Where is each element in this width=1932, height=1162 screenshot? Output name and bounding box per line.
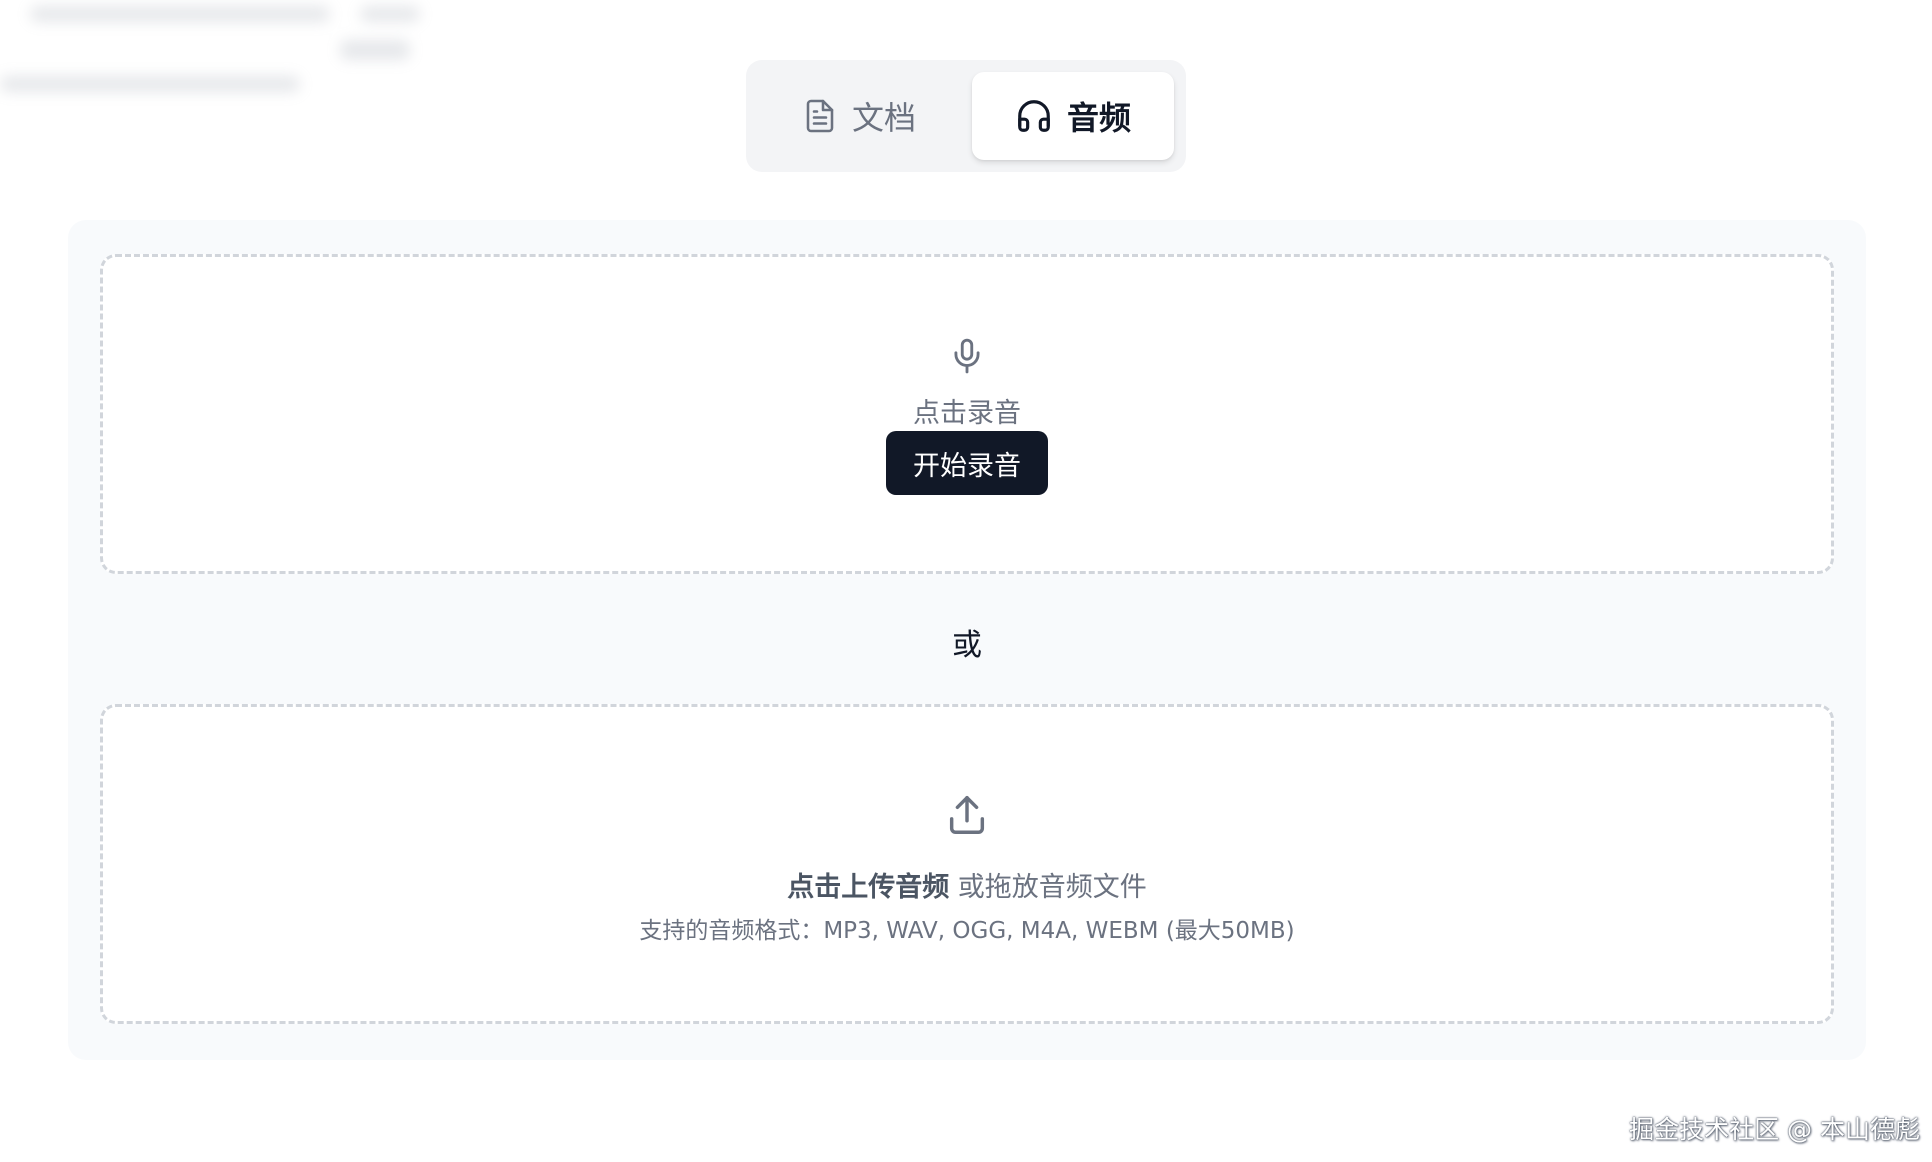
tab-document[interactable]: 文档 bbox=[758, 72, 960, 160]
upload-dropzone[interactable]: 点击上传音频 或拖放音频文件 支持的音频格式：MP3, WAV, OGG, M4… bbox=[100, 704, 1834, 1024]
tab-audio-label: 音频 bbox=[1066, 99, 1131, 137]
drag-drop-text: 或拖放音频文件 bbox=[957, 872, 1147, 903]
record-zone: 点击录音 开始录音 bbox=[100, 254, 1834, 574]
headphones-icon bbox=[1018, 100, 1050, 132]
or-divider: 或 bbox=[952, 628, 982, 663]
watermark: 掘金技术社区 @ 本山德彪 bbox=[1629, 1115, 1920, 1144]
microphone-icon bbox=[954, 338, 980, 374]
click-to-upload-link[interactable]: 点击上传音频 bbox=[787, 872, 949, 903]
blurred-header bbox=[0, 0, 480, 110]
document-icon bbox=[806, 99, 834, 133]
mode-tab-switcher: 文档 音频 bbox=[746, 60, 1186, 172]
start-recording-button[interactable]: 开始录音 bbox=[886, 431, 1048, 495]
audio-input-panel: 点击录音 开始录音 或 点击上传音频 或拖放音频文件 支持的音频格式：MP3, … bbox=[68, 220, 1866, 1060]
tab-audio[interactable]: 音频 bbox=[972, 72, 1174, 160]
upload-instructions: 点击上传音频 或拖放音频文件 bbox=[103, 865, 1831, 904]
tab-document-label: 文档 bbox=[851, 99, 916, 137]
record-hint: 点击录音 bbox=[913, 398, 1021, 429]
upload-icon bbox=[949, 796, 985, 834]
supported-formats-text: 支持的音频格式：MP3, WAV, OGG, M4A, WEBM (最大50MB… bbox=[639, 918, 1295, 944]
